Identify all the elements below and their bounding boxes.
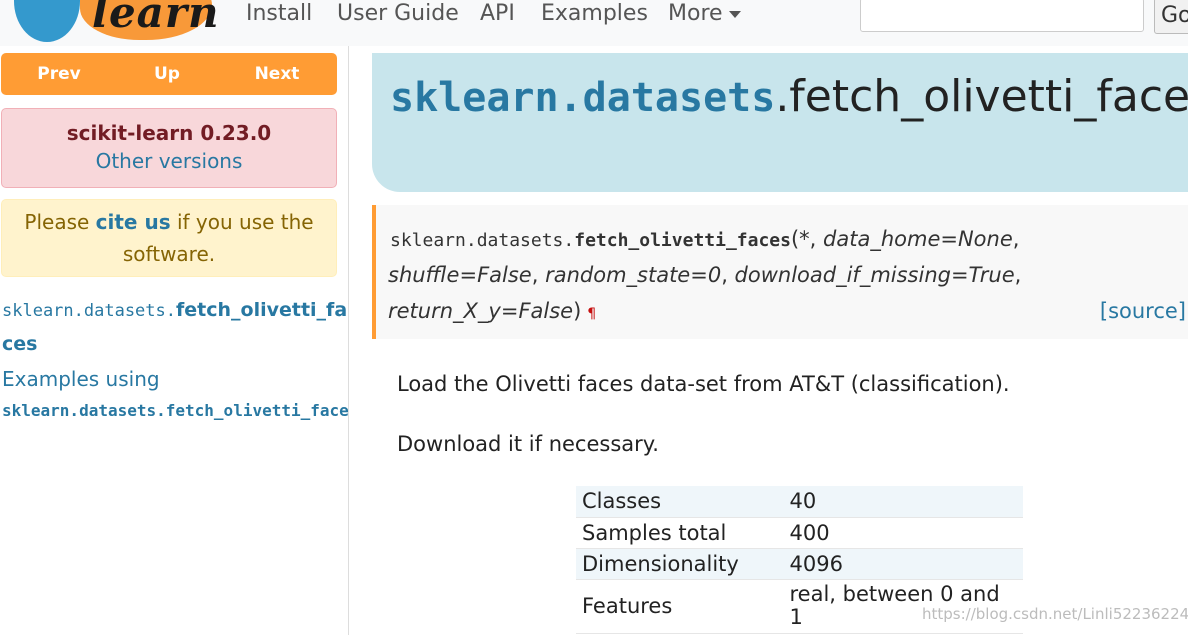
permalink-icon[interactable]: ¶	[587, 306, 596, 322]
param-random-state: random_state=0	[545, 263, 722, 287]
table-key: Features	[582, 594, 673, 618]
cite-box: Please cite us if you use the software.	[1, 199, 337, 277]
toc-item-examples[interactable]: Examples using sklearn.datasets.fetch_ol…	[2, 364, 348, 426]
toc-module: sklearn.datasets.	[2, 301, 176, 321]
toc-examples-code: sklearn.datasets.fetch_olivetti_faces	[2, 401, 349, 420]
logo-text: learn	[92, 0, 220, 37]
param-shuffle: shuffle=False	[388, 263, 532, 287]
toc-item-function[interactable]: sklearn.datasets.fetch_olivetti_faces	[2, 294, 348, 362]
cite-us-link[interactable]: cite us	[96, 210, 171, 234]
logo-blue-shape	[14, 0, 80, 42]
up-button[interactable]: Up	[111, 53, 223, 95]
download-note: Download it if necessary.	[397, 432, 659, 456]
table-key: Samples total	[582, 520, 727, 545]
title-function: .fetch_olivetti_faces	[775, 71, 1188, 122]
table-key: Dimensionality	[582, 551, 739, 576]
nav-user-guide[interactable]: User Guide	[337, 0, 459, 28]
table-value: 40	[789, 489, 817, 514]
nav-examples[interactable]: Examples	[541, 0, 648, 28]
caret-down-icon	[728, 10, 741, 18]
sig-close: )	[573, 299, 582, 323]
version-title: scikit-learn 0.23.0	[66, 121, 272, 145]
title-module: sklearn.datasets	[390, 75, 776, 121]
pager: Prev Up Next	[1, 53, 337, 95]
sidebar: Prev Up Next scikit-learn 0.23.0 Other v…	[0, 46, 349, 635]
watermark: https://blog.csdn.net/Linli522362242	[922, 605, 1188, 623]
next-button[interactable]: Next	[221, 53, 333, 95]
nav-api[interactable]: API	[480, 0, 515, 28]
toc: sklearn.datasets.fetch_olivetti_faces Ex…	[2, 294, 348, 426]
version-box: scikit-learn 0.23.0 Other versions	[1, 108, 337, 188]
sig-comma: ,	[1012, 227, 1020, 251]
function-signature: sklearn.datasets.fetch_olivetti_faces(*,…	[372, 205, 1188, 339]
cite-text: Please cite us if you use the software.	[2, 200, 336, 270]
description: Load the Olivetti faces data-set from AT…	[397, 372, 1010, 396]
nav-more-dropdown[interactable]: More	[668, 0, 741, 28]
page-title: sklearn.datasets.fetch_olivetti_faces	[390, 71, 1188, 122]
search-input[interactable]	[860, 0, 1144, 32]
sig-open: (*,	[790, 227, 824, 251]
toc-examples-label: Examples using	[2, 367, 160, 391]
param-data-home: data_home=None	[823, 227, 1013, 251]
source-link[interactable]: [source]	[1100, 299, 1186, 323]
prev-button[interactable]: Prev	[3, 53, 115, 95]
table-row: Samples total 400	[576, 517, 1023, 548]
table-key: Classes	[582, 489, 662, 514]
other-versions-link[interactable]: Other versions	[2, 149, 336, 173]
table-row: Dimensionality 4096	[576, 548, 1023, 579]
param-return-xy: return_X_y=False	[388, 299, 574, 323]
signature-line-3: return_X_y=False) ¶	[388, 299, 596, 323]
table-row: Classes 40	[576, 486, 1023, 517]
sig-module: sklearn.datasets.	[390, 230, 575, 251]
title-banner: sklearn.datasets.fetch_olivetti_faces	[372, 53, 1188, 192]
signature-line-2: shuffle=False, random_state=0, download_…	[388, 263, 1022, 287]
go-button[interactable]: Go	[1154, 0, 1188, 34]
table-value: 4096	[789, 551, 843, 576]
table-value: 400	[789, 520, 830, 545]
top-navbar: learn Install User Guide API Examples Mo…	[0, 0, 1188, 46]
param-download: download_if_missing=True	[734, 263, 1015, 287]
signature-line-1: sklearn.datasets.fetch_olivetti_faces(*,…	[390, 227, 1019, 251]
scikit-learn-logo[interactable]: learn	[0, 0, 230, 46]
nav-install[interactable]: Install	[246, 0, 312, 28]
sig-function: fetch_olivetti_faces	[574, 230, 791, 251]
cite-pre: Please	[24, 210, 96, 234]
nav-more-label: More	[668, 1, 723, 26]
